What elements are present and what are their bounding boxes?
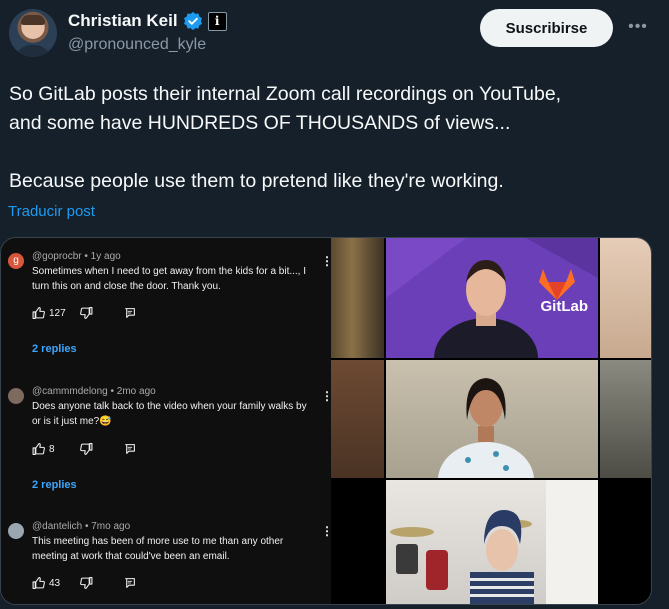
gitlab-logo-icon: [539, 269, 575, 300]
like-count: 127: [49, 307, 66, 319]
comment-meta: @cammmdelong • 2mo ago: [32, 386, 156, 397]
comment-meta: @goprocbr • 1y ago: [32, 251, 121, 262]
tweet-line-gap: [9, 138, 661, 167]
video-tile-participant: [386, 360, 598, 478]
avatar-shirt-shape: [15, 45, 51, 57]
video-tile-wall-right: [600, 238, 651, 358]
youtube-comments-panel: g @goprocbr • 1y ago Sometimes when I ne…: [1, 238, 333, 604]
verified-badge-icon[interactable]: [183, 11, 203, 31]
video-tile-dim-right: [600, 360, 651, 478]
video-tile-bookshelf: [331, 360, 384, 478]
subscribe-button[interactable]: Suscribirse: [480, 9, 613, 47]
commenter-avatar[interactable]: [8, 523, 24, 539]
comment-actions: 43: [32, 577, 136, 589]
drummer-person-shape: [390, 480, 598, 604]
author-name-row: Christian Keil i: [68, 10, 227, 32]
tweet-line: and some have HUNDREDS OF THOUSANDS of v…: [9, 112, 511, 134]
comment-actions: 127: [32, 307, 136, 319]
reply-icon[interactable]: [124, 577, 136, 589]
affiliation-badge-icon[interactable]: i: [207, 11, 227, 31]
thumbs-up-icon[interactable]: [32, 443, 45, 455]
thumbs-down-icon[interactable]: [80, 443, 93, 455]
video-call-grid: GitLab: [331, 238, 651, 604]
more-options-icon[interactable]: •••: [627, 16, 649, 38]
view-replies-link[interactable]: 2 replies: [32, 343, 77, 355]
commenter-avatar[interactable]: [8, 388, 24, 404]
author-handle[interactable]: @pronounced_kyle: [68, 36, 206, 54]
video-tile-room-left: [331, 238, 384, 358]
thumbs-down-icon[interactable]: [80, 577, 93, 589]
like-count: 8: [49, 443, 55, 455]
tweet-media-image[interactable]: g @goprocbr • 1y ago Sometimes when I ne…: [0, 237, 652, 605]
tweet-text: So GitLab posts their internal Zoom call…: [9, 80, 661, 196]
video-tile-drummer: [386, 480, 598, 604]
tweet-line: So GitLab posts their internal Zoom call…: [9, 83, 562, 105]
video-tile-speaker: GitLab: [386, 238, 598, 358]
translate-post-link[interactable]: Traducir post: [8, 203, 95, 220]
avatar-hair-shape: [21, 15, 45, 25]
reply-icon[interactable]: [124, 443, 136, 455]
thumbs-down-icon[interactable]: [80, 307, 93, 319]
reply-icon[interactable]: [124, 307, 136, 319]
thumbs-up-icon[interactable]: [32, 307, 45, 319]
author-display-name[interactable]: Christian Keil: [68, 11, 178, 31]
author-avatar[interactable]: [9, 9, 57, 57]
comment-text: This meeting has been of more use to me …: [32, 536, 284, 562]
participant-person-shape: [438, 378, 534, 478]
comment-text: Sometimes when I need to get away from t…: [32, 266, 307, 292]
tweet-line: Because people use them to pretend like …: [9, 170, 504, 192]
gitlab-wordmark: GitLab: [540, 298, 589, 315]
comment-text: Does anyone talk back to the video when …: [32, 401, 307, 427]
view-replies-link[interactable]: 2 replies: [32, 479, 77, 491]
thumbs-up-icon[interactable]: [32, 577, 45, 589]
like-count: 43: [49, 577, 61, 589]
commenter-avatar[interactable]: g: [8, 253, 24, 269]
comment-meta: @dantelich • 7mo ago: [32, 521, 131, 532]
comment-actions: 8: [32, 443, 136, 455]
